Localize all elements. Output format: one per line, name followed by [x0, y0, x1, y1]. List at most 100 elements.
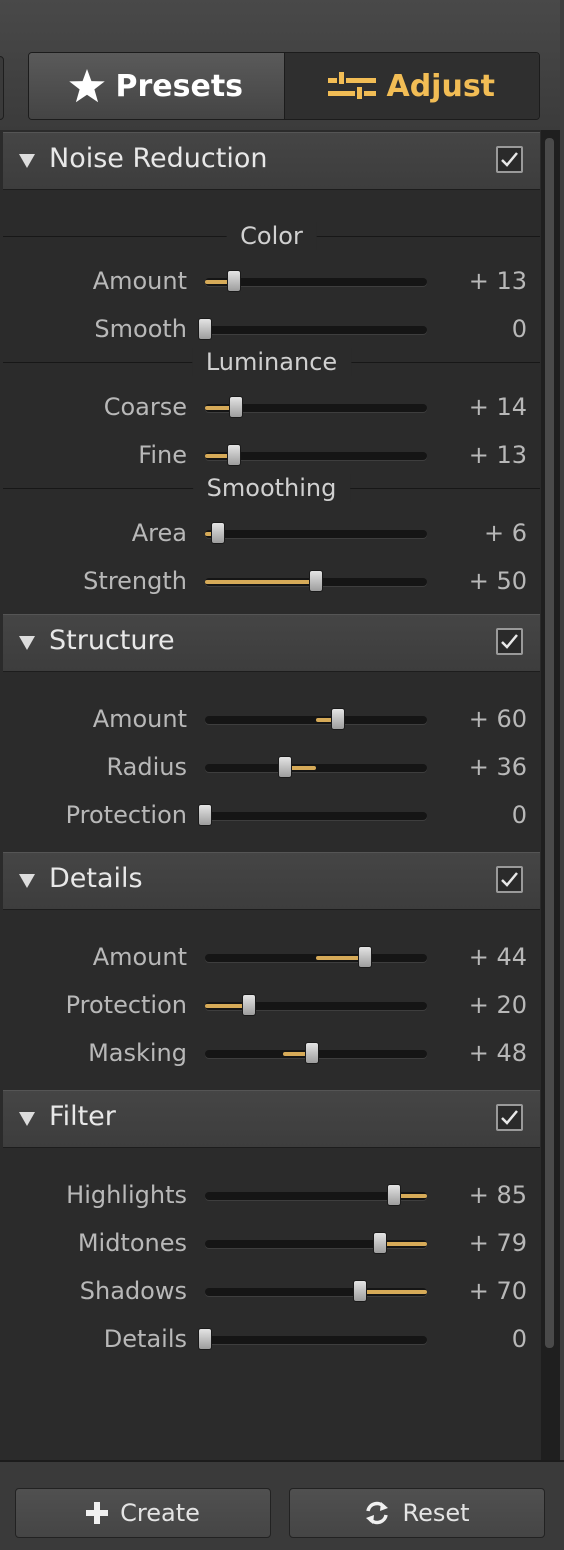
slider-value: + 60	[468, 705, 527, 733]
window-edge	[560, 0, 564, 1550]
slider-thumb[interactable]	[304, 1042, 319, 1064]
group-label-text: Luminance	[191, 348, 352, 376]
slider-fill	[360, 1290, 427, 1294]
slider-value: + 6	[483, 519, 527, 547]
slider-label: Amount	[92, 705, 187, 733]
tab-adjust[interactable]: Adjust	[284, 53, 539, 119]
slider-thumb[interactable]	[386, 1184, 401, 1206]
slider-value: + 14	[468, 393, 527, 421]
slider-thumb[interactable]	[226, 270, 241, 292]
slider-label: Strength	[83, 567, 187, 595]
slider-row: Protection 0	[0, 796, 541, 836]
create-button-label: Create	[120, 1499, 200, 1527]
reset-button[interactable]: Reset	[289, 1488, 545, 1538]
slider-label: Smooth	[94, 315, 187, 343]
slider-track[interactable]	[205, 994, 427, 1016]
slider-value: + 85	[468, 1181, 527, 1209]
section-enable-checkbox[interactable]	[496, 1104, 523, 1131]
slider-track[interactable]	[205, 708, 427, 730]
slider-label: Highlights	[66, 1181, 187, 1209]
slider-track[interactable]	[205, 946, 427, 968]
slider-track[interactable]	[205, 396, 427, 418]
slider-track[interactable]	[198, 804, 427, 826]
slider-track[interactable]	[198, 318, 427, 340]
slider-thumb[interactable]	[331, 708, 346, 730]
slider-label: Details	[103, 1325, 187, 1353]
slider-thumb[interactable]	[229, 396, 244, 418]
slider-track[interactable]	[205, 1042, 427, 1064]
scrollbar-thumb[interactable]	[545, 138, 554, 1348]
triangle-down-icon[interactable]	[19, 636, 35, 650]
triangle-down-icon[interactable]	[19, 154, 35, 168]
slider-value: + 70	[468, 1277, 527, 1305]
section-enable-checkbox[interactable]	[496, 628, 523, 655]
group-label: Luminance	[3, 348, 540, 378]
slider-label: Amount	[92, 267, 187, 295]
triangle-down-icon[interactable]	[19, 1112, 35, 1126]
slider-thumb[interactable]	[357, 946, 372, 968]
slider-label: Coarse	[103, 393, 187, 421]
section-title: Structure	[49, 625, 175, 656]
slider-fill	[380, 1242, 427, 1246]
section-header[interactable]: Structure	[3, 614, 540, 672]
slider-thumb[interactable]	[198, 318, 212, 340]
bottom-bar: Create Reset	[0, 1460, 564, 1550]
slider-value: + 50	[468, 567, 527, 595]
slider-row: Fine + 13	[0, 436, 541, 476]
group-label-text: Smoothing	[192, 474, 351, 502]
slider-track[interactable]	[205, 522, 427, 544]
slider-thumb[interactable]	[373, 1232, 388, 1254]
slider-value: + 44	[468, 943, 527, 971]
slider-track[interactable]	[205, 570, 427, 592]
slider-label: Area	[131, 519, 187, 547]
refresh-icon	[364, 1500, 390, 1526]
slider-value: 0	[511, 801, 527, 829]
adjust-panel: Noise Reduction Color Amount + 13 Smooth 0 Lum…	[0, 130, 541, 1460]
create-button[interactable]: Create	[15, 1488, 271, 1538]
slider-label: Masking	[88, 1039, 187, 1067]
sliders-icon	[328, 70, 377, 102]
left-tab-edge	[0, 56, 4, 120]
slider-track[interactable]	[198, 1328, 427, 1350]
checkmark-icon	[501, 152, 518, 167]
group-label-text: Color	[226, 222, 317, 250]
slider-track[interactable]	[205, 756, 427, 778]
triangle-down-icon[interactable]	[19, 874, 35, 888]
top-bar: Presets Adjust	[0, 0, 564, 130]
tab-presets[interactable]: Presets	[29, 53, 285, 119]
slider-value: 0	[511, 315, 527, 343]
slider-track[interactable]	[205, 1232, 427, 1254]
slider-thumb[interactable]	[198, 804, 212, 826]
slider-track[interactable]	[205, 270, 427, 292]
section-enable-checkbox[interactable]	[496, 866, 523, 893]
slider-track[interactable]	[205, 1184, 427, 1206]
slider-thumb[interactable]	[211, 522, 226, 544]
slider-value: + 13	[468, 441, 527, 469]
slider-row: Protection + 20	[0, 986, 541, 1026]
slider-row: Smooth 0	[0, 310, 541, 350]
slider-thumb[interactable]	[353, 1280, 368, 1302]
slider-thumb[interactable]	[277, 756, 292, 778]
slider-thumb[interactable]	[198, 1328, 212, 1350]
section-header[interactable]: Filter	[3, 1090, 540, 1148]
slider-track[interactable]	[205, 1280, 427, 1302]
slider-label: Midtones	[77, 1229, 187, 1257]
slider-row: Amount + 13	[0, 262, 541, 302]
slider-row: Area + 6	[0, 514, 541, 554]
plus-icon	[86, 1502, 109, 1524]
tab-presets-label: Presets	[115, 68, 244, 104]
slider-thumb[interactable]	[226, 444, 241, 466]
checkmark-icon	[501, 1110, 518, 1125]
scrollbar[interactable]	[541, 130, 560, 1460]
slider-thumb[interactable]	[309, 570, 323, 592]
group-label: Color	[3, 222, 540, 252]
slider-row: Amount + 60	[0, 700, 541, 740]
slider-row: Shadows + 70	[0, 1272, 541, 1312]
section-header[interactable]: Noise Reduction	[3, 132, 540, 190]
slider-label: Amount	[92, 943, 187, 971]
slider-track[interactable]	[205, 444, 427, 466]
slider-value: + 36	[468, 753, 527, 781]
slider-thumb[interactable]	[242, 994, 257, 1016]
section-header[interactable]: Details	[3, 852, 540, 910]
section-enable-checkbox[interactable]	[496, 146, 523, 173]
